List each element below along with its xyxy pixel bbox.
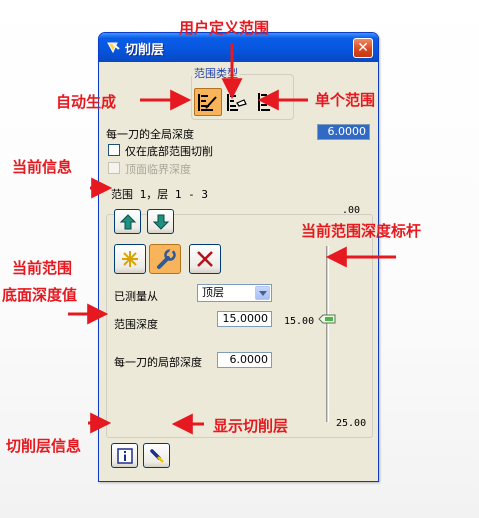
annotation-current-info: 当前信息 [12, 158, 73, 176]
slider-current-label: 15.00 [284, 316, 315, 327]
annotation-user-defined-range: 用户定义范围 [179, 19, 270, 37]
measured-from-label: 已测量从 [114, 290, 158, 303]
star-burst-icon [122, 251, 138, 267]
measured-from-select[interactable]: 顶层 [197, 284, 272, 302]
only-bottom-cut-label: 仅在底部范围切削 [125, 145, 213, 158]
move-up-button[interactable] [114, 209, 141, 234]
user-defined-range-icon [227, 94, 247, 111]
annotation-show-cut-levels: 显示切削层 [213, 417, 289, 435]
top-face-critical-depth-label: 顶面临界深度 [125, 163, 191, 176]
annotation-cut-level-info: 切削层信息 [6, 437, 82, 455]
single-range-button[interactable] [253, 88, 281, 116]
slider-top-label: .00 [342, 205, 361, 216]
range-depth-input[interactable]: 15.0000 [217, 311, 272, 327]
chevron-down-icon[interactable] [255, 286, 270, 300]
global-depth-input[interactable]: 6.0000 [317, 124, 370, 140]
annotation-current-range-line1: 当前范围 [12, 259, 73, 277]
show-cut-levels-button[interactable] [143, 443, 170, 468]
depth-slider-track[interactable] [326, 246, 329, 422]
auto-generate-button[interactable] [194, 88, 222, 116]
annotation-single-range: 单个范围 [315, 91, 376, 109]
up-arrow-icon [119, 213, 136, 229]
dialog-title: 切削层 [125, 43, 165, 58]
delete-x-icon [197, 251, 213, 267]
info-icon [116, 447, 133, 464]
depth-slider-thumb[interactable] [318, 314, 336, 324]
auto-generate-icon [198, 94, 217, 111]
add-range-button[interactable] [114, 244, 146, 274]
close-button[interactable]: ✕ [353, 38, 373, 58]
annotation-auto-generate: 自动生成 [56, 93, 117, 111]
down-arrow-icon [152, 214, 169, 230]
measured-from-value: 顶层 [202, 286, 224, 299]
range-info-text: 范围 1，层 1 - 3 [111, 188, 208, 201]
user-defined-range-button[interactable] [223, 88, 251, 116]
slider-bottom-label: 25.00 [336, 418, 367, 429]
only-bottom-cut-checkbox[interactable] [108, 144, 120, 156]
edit-range-button[interactable] [149, 244, 181, 274]
top-face-critical-depth-checkbox[interactable] [108, 162, 120, 174]
app-icon [107, 42, 120, 54]
delete-range-button[interactable] [189, 244, 221, 274]
annotation-current-range-line2: 底面深度值 [2, 286, 78, 304]
range-depth-label: 范围深度 [114, 318, 158, 331]
annotation-current-range-depth-marker: 当前范围深度标杆 [301, 222, 422, 240]
global-depth-label: 每一刀的全局深度 [106, 128, 194, 141]
local-depth-label: 每一刀的局部深度 [114, 356, 202, 369]
move-down-button[interactable] [147, 209, 174, 234]
local-depth-input[interactable]: 6.0000 [217, 352, 272, 368]
range-type-label: 范围类型 [192, 65, 240, 81]
wrench-icon [157, 248, 176, 269]
cut-level-info-button[interactable] [111, 443, 138, 468]
single-range-icon [258, 93, 270, 111]
flashlight-icon [149, 448, 164, 463]
